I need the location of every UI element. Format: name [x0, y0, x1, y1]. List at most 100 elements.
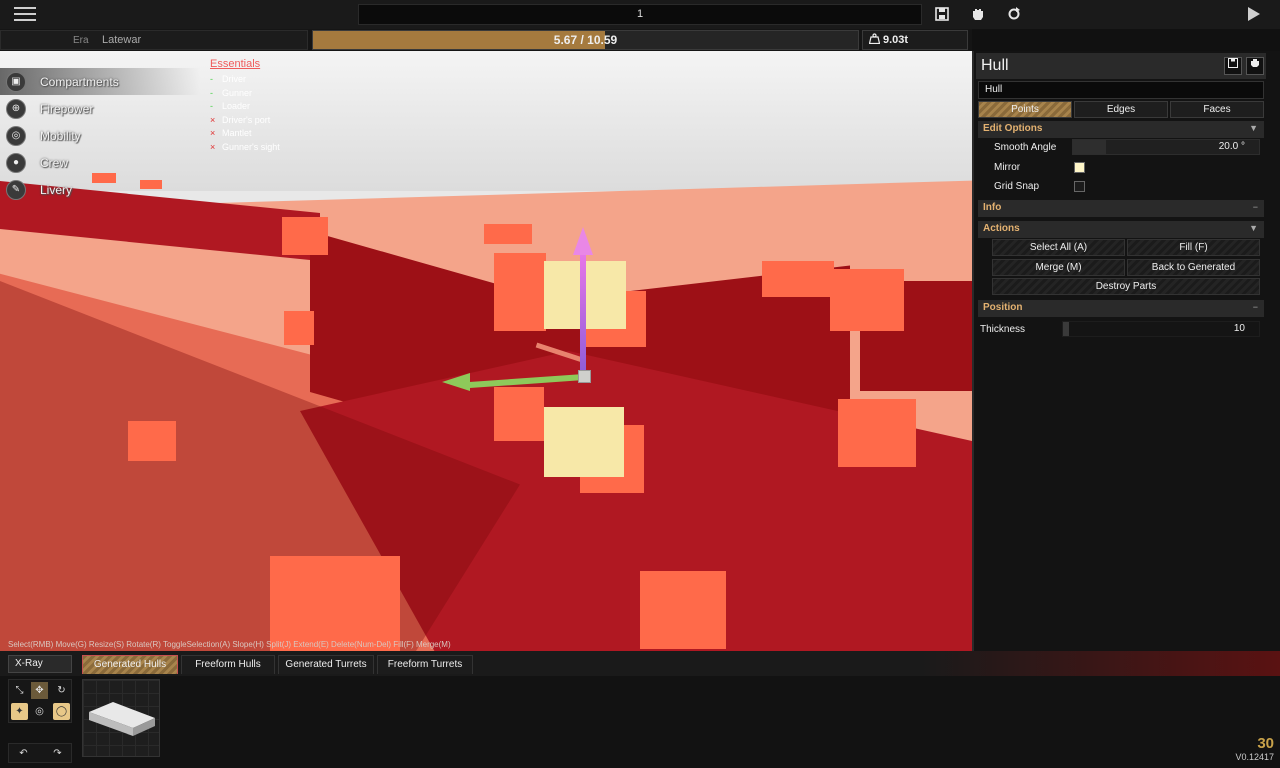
smooth-angle-label: Smooth Angle — [994, 142, 1057, 153]
brush-icon: ✎ — [6, 179, 26, 200]
nav-item-label: Livery — [40, 182, 73, 197]
vertex-cube[interactable] — [838, 399, 916, 467]
tab-edges[interactable]: Edges — [1074, 101, 1168, 118]
essentials-title: Essentials — [210, 58, 261, 70]
gizmo-y-arrow-icon[interactable] — [573, 227, 593, 255]
era-selector[interactable]: Era Latewar — [0, 30, 308, 50]
check-icon: - — [210, 101, 213, 111]
essential-item: × Driver's port — [210, 114, 280, 128]
thickness-value: 10 — [1233, 323, 1245, 334]
tab-generated-hulls[interactable]: Generated Hulls — [82, 655, 178, 674]
selection-mode-tabs: Points Edges Faces — [978, 101, 1264, 118]
move-tool-icon[interactable]: ✥ — [31, 682, 48, 699]
top-bar: 1 — [0, 0, 1280, 29]
check-icon: - — [210, 74, 213, 84]
cross-icon: × — [210, 141, 216, 152]
nav-item-label: Firepower — [40, 101, 94, 116]
fps-counter: 30 — [1257, 735, 1274, 752]
check-icon: - — [210, 87, 213, 98]
refresh-icon[interactable] — [1006, 7, 1022, 23]
panel-load-button[interactable] — [1246, 57, 1264, 75]
xray-toggle[interactable]: X-Ray — [8, 655, 72, 673]
hull-preset-thumbnail[interactable] — [82, 679, 160, 757]
nav-item-mobility[interactable]: ◎ Mobility — [0, 122, 200, 149]
nav-item-firepower[interactable]: ⊕ Firepower — [0, 95, 200, 122]
redo-icon[interactable]: ↷ — [49, 745, 66, 762]
tab-freeform-hulls[interactable]: Freeform Hulls — [181, 655, 275, 674]
essential-item: - Loader — [210, 100, 280, 114]
tab-points[interactable]: Points — [978, 101, 1072, 118]
hand-grab-icon[interactable] — [970, 7, 986, 23]
position-header[interactable]: Position − — [978, 300, 1264, 317]
fill-button[interactable]: Fill (F) — [1127, 239, 1260, 256]
cross-icon: × — [210, 128, 216, 138]
play-icon[interactable] — [1248, 7, 1260, 21]
vertex-cube[interactable] — [282, 217, 328, 255]
expand-icon[interactable]: ▼ — [1249, 123, 1258, 133]
gizmo-y-axis[interactable] — [580, 251, 586, 379]
tab-generated-turrets[interactable]: Generated Turrets — [278, 655, 374, 674]
nav-item-crew[interactable]: ● Crew — [0, 149, 200, 176]
panel-save-button[interactable] — [1224, 57, 1242, 75]
vertex-cube[interactable] — [484, 224, 532, 244]
bottom-bar: X-Ray Generated Hulls Freeform Hulls Gen… — [0, 651, 1280, 768]
rotate-tool-icon[interactable]: ↻ — [53, 682, 70, 699]
tab-freeform-turrets[interactable]: Freeform Turrets — [377, 655, 473, 674]
mirror-checkbox[interactable] — [1074, 162, 1085, 173]
weight-display: 9.03t — [862, 30, 968, 50]
vertex-cube[interactable] — [270, 556, 400, 651]
cross-icon: × — [210, 114, 216, 125]
expand-icon[interactable]: ▼ — [1249, 223, 1258, 233]
weight-icon — [868, 33, 881, 47]
vertex-cube[interactable] — [284, 311, 314, 345]
grid-snap-checkbox[interactable] — [1074, 181, 1085, 192]
wheel-icon: ◎ — [6, 125, 26, 146]
status-bar: Era Latewar 5.67 / 10.59 9.03t — [0, 29, 972, 51]
hamburger-menu-icon[interactable] — [14, 7, 36, 23]
save-icon[interactable] — [934, 7, 950, 23]
vertex-cube[interactable] — [494, 253, 546, 331]
gizmo-x-arrow-icon[interactable] — [442, 373, 470, 391]
snap-tool-icon[interactable]: ✦ — [11, 703, 28, 720]
selected-vertex-cube[interactable] — [544, 407, 624, 477]
hull-panel: Hull Hull Points Edges Faces Edit Option… — [972, 51, 1280, 651]
cube-icon: ▣ — [6, 71, 26, 92]
collapse-icon[interactable]: − — [1253, 302, 1258, 312]
select-all-button[interactable]: Select All (A) — [992, 239, 1125, 256]
merge-button[interactable]: Merge (M) — [992, 259, 1125, 276]
essential-item: × Mantlet — [210, 127, 280, 141]
back-to-generated-button[interactable]: Back to Generated — [1127, 259, 1260, 276]
vertex-cube[interactable] — [494, 387, 544, 441]
vertex-cube[interactable] — [830, 269, 904, 331]
game-root: 1 Era Latewar 5.67 / 10.59 9.03t ▣ Compa… — [0, 0, 1280, 768]
part-name-field[interactable]: Hull — [978, 81, 1264, 99]
vehicle-name-field[interactable]: 1 — [358, 4, 922, 25]
scale-tool-icon[interactable]: ⤡ — [11, 682, 28, 699]
smooth-angle-slider[interactable]: 20.0 ° — [1072, 139, 1260, 155]
panel-title: Hull — [981, 57, 1009, 74]
era-label: Era — [73, 35, 89, 46]
nav-item-livery[interactable]: ✎ Livery — [0, 176, 200, 203]
person-icon: ● — [6, 152, 26, 173]
vertex-cube[interactable] — [128, 421, 176, 461]
pivot-tool-icon[interactable]: ◎ — [31, 703, 48, 720]
mirror-label: Mirror — [994, 162, 1021, 173]
essentials-checklist: Essentials - Driver - Gunner - Loader × Driv… — [210, 58, 280, 154]
info-header[interactable]: Info − — [978, 200, 1264, 217]
thickness-slider[interactable]: 10 — [1062, 321, 1260, 337]
tab-faces[interactable]: Faces — [1170, 101, 1264, 118]
destroy-parts-button[interactable]: Destroy Parts — [992, 278, 1260, 295]
vertex-cube[interactable] — [762, 261, 834, 297]
collapse-icon[interactable]: − — [1253, 202, 1258, 212]
orbit-tool-icon[interactable]: ◯ — [53, 703, 70, 720]
save-icon — [1228, 58, 1238, 68]
hand-grab-icon — [1251, 59, 1259, 67]
nav-item-compartments[interactable]: ▣ Compartments — [0, 68, 200, 95]
gizmo-center-handle[interactable] — [578, 370, 591, 383]
actions-header[interactable]: Actions ▼ — [978, 221, 1264, 238]
slider-fill — [1063, 322, 1069, 336]
edit-options-header[interactable]: Edit Options ▼ — [978, 121, 1264, 138]
vertex-cube[interactable] — [640, 571, 726, 649]
weight-value: 9.03t — [883, 34, 909, 46]
undo-icon[interactable]: ↶ — [15, 745, 32, 762]
